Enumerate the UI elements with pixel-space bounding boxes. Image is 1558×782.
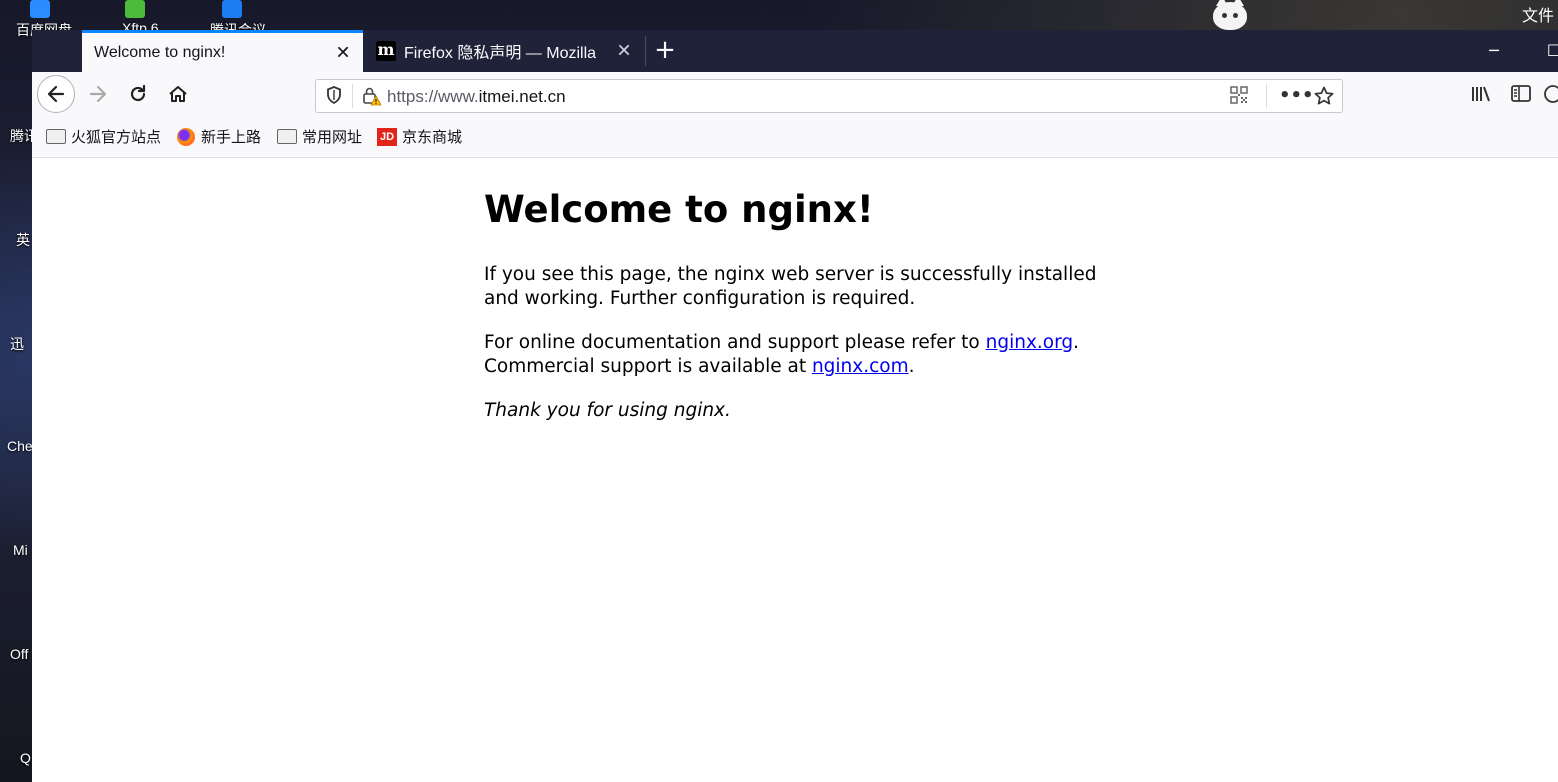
qr-code-icon[interactable]	[1228, 85, 1250, 107]
url-separator	[352, 84, 353, 108]
tab-title: Welcome to nginx!	[94, 43, 226, 61]
sidebar-icon[interactable]	[1505, 78, 1537, 110]
insecure-lock-icon[interactable]	[362, 86, 382, 106]
desktop-icon-label[interactable]: 迅	[10, 334, 24, 354]
folder-icon	[46, 129, 66, 144]
tab-separator	[645, 36, 646, 66]
desktop-icon-label[interactable]: 英	[16, 230, 30, 250]
close-icon[interactable]: ✕	[614, 41, 634, 62]
bookmark-common-sites[interactable]: 常用网址	[277, 126, 362, 147]
nginx-welcome-page: Welcome to nginx! If you see this page, …	[484, 158, 1124, 423]
desktop-icon-label[interactable]: Q	[20, 750, 31, 766]
desktop-top-right-label: 文件	[1521, 8, 1554, 25]
bookmarks-toolbar: 火狐官方站点 新手上路 常用网址 JD 京东商城	[32, 116, 1558, 158]
back-icon[interactable]	[37, 75, 75, 113]
tab-welcome-nginx[interactable]: Welcome to nginx! ✕	[82, 30, 363, 72]
bookmark-jd-mall[interactable]: JD 京东商城	[377, 126, 462, 147]
url-bar[interactable]: https://www.itmei.net.cn •••	[315, 79, 1343, 113]
maximize-icon[interactable]: ☐	[1534, 30, 1558, 72]
folder-icon	[277, 129, 297, 144]
url-host: itmei.net.cn	[478, 87, 566, 106]
more-actions-icon[interactable]: •••	[1279, 85, 1314, 107]
browser-window: Welcome to nginx! ✕ m Firefox 隐私声明 — Moz…	[32, 30, 1558, 782]
mozilla-icon: m	[376, 40, 396, 61]
nginx-org-link[interactable]: nginx.org	[986, 332, 1074, 353]
nginx-com-link[interactable]: nginx.com	[812, 356, 909, 377]
shield-icon[interactable]	[323, 85, 345, 107]
tencent-meeting-icon[interactable]	[222, 0, 242, 18]
support-paragraph: For online documentation and support ple…	[484, 331, 1124, 379]
account-icon[interactable]	[1542, 78, 1558, 110]
bookmark-label: 常用网址	[302, 128, 363, 146]
thank-you-paragraph: Thank you for using nginx.	[484, 400, 731, 421]
bookmark-getting-started[interactable]: 新手上路	[177, 126, 261, 147]
reload-icon[interactable]	[122, 78, 154, 110]
bookmark-label: 火狐官方站点	[71, 128, 162, 146]
desktop-icon-label[interactable]: Off	[10, 646, 28, 662]
bookmark-label: 新手上路	[201, 128, 262, 146]
page-title: Welcome to nginx!	[484, 188, 874, 231]
bookmark-label: 京东商城	[402, 128, 463, 146]
page-content: Welcome to nginx! If you see this page, …	[32, 158, 1558, 782]
minimize-icon[interactable]: ─	[1474, 30, 1514, 72]
xftp-icon[interactable]	[125, 0, 145, 18]
home-icon[interactable]	[162, 78, 194, 110]
new-tab-icon[interactable]: +	[652, 36, 678, 66]
forward-icon[interactable]	[82, 78, 114, 110]
desktop-icon-label[interactable]: Mi	[13, 542, 28, 558]
tab-title: Firefox 隐私声明 — Mozilla	[404, 45, 597, 62]
desktop-icon-label[interactable]: Che	[7, 438, 33, 454]
close-icon[interactable]: ✕	[333, 42, 353, 63]
baidu-netdisk-icon[interactable]	[30, 0, 50, 18]
paragraph-text: For online documentation and support ple…	[484, 332, 986, 353]
library-icon[interactable]	[1465, 78, 1497, 110]
bookmark-star-icon[interactable]	[1313, 85, 1335, 107]
cat-avatar-icon	[1213, 0, 1247, 30]
paragraph-text: .	[908, 356, 915, 377]
jd-icon: JD	[377, 127, 397, 146]
bookmark-firefox-official[interactable]: 火狐官方站点	[46, 126, 161, 147]
tab-bar: Welcome to nginx! ✕ m Firefox 隐私声明 — Moz…	[32, 30, 1558, 72]
firefox-icon	[177, 127, 195, 146]
navigation-toolbar: https://www.itmei.net.cn •••	[32, 72, 1558, 116]
paragraph-text: Commercial support is available at	[484, 356, 812, 377]
url-scheme: https://www.	[387, 87, 479, 106]
url-text[interactable]: https://www.itmei.net.cn	[387, 87, 566, 107]
paragraph-text: .	[1073, 332, 1080, 353]
tab-firefox-privacy[interactable]: m Firefox 隐私声明 — Mozilla ✕	[364, 30, 644, 72]
intro-paragraph: If you see this page, the nginx web serv…	[484, 264, 1097, 309]
url-separator	[1266, 84, 1267, 108]
